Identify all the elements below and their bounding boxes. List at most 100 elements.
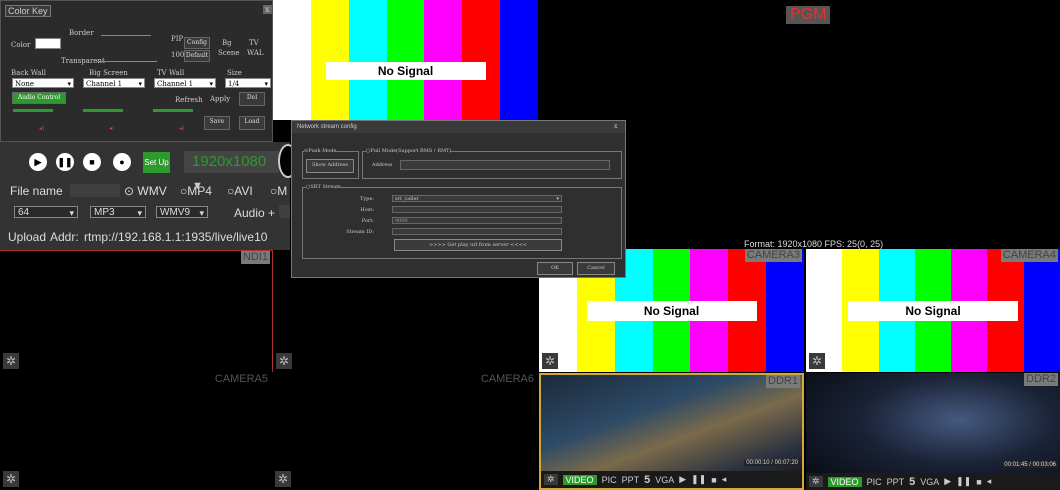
port-value: 9000 [395,218,408,224]
border-label: Border [69,29,94,37]
format-m-label: M [277,184,288,198]
volume-icon[interactable]: ◂ [722,474,727,485]
del-button[interactable]: Del [239,92,265,106]
tile-camera4[interactable]: No Signal CAMERA4 ✲ [806,249,1060,372]
five-button[interactable]: 5 [644,474,650,486]
no-signal-banner: No Signal [325,62,486,80]
pause-icon[interactable]: ❚❚ [956,476,971,487]
port-label: Port: [361,218,374,224]
gear-icon[interactable]: ✲ [809,353,825,369]
back-wall-select[interactable]: None [12,78,74,89]
gear-icon[interactable]: ✲ [275,471,291,487]
gear-icon[interactable]: ✲ [3,353,19,369]
tile-ddr2[interactable]: DDR2 00:01:45 / 00:03:06 ✲ VIDEO PIC PPT… [806,373,1060,490]
color-key-title: Color Key [5,5,51,17]
ppt-button[interactable]: PPT [622,475,640,485]
size-select[interactable]: 1/4 [225,78,271,89]
play-icon[interactable]: ▶ [944,476,951,487]
address-input[interactable] [400,160,610,170]
gear-icon[interactable]: ✲ [542,353,558,369]
vga-button[interactable]: VGA [655,475,674,485]
apply-button[interactable]: Apply [210,95,230,103]
ddr1-toolbar: ✲ VIDEO PIC PPT 5 VGA ▶ ❚❚ ■ ◂ [541,471,802,488]
color-swatch[interactable] [35,38,61,49]
transparent-slider[interactable] [97,61,157,62]
pull-mode-radio[interactable]: ○Pull Mode(Support RMS / RMT) [366,148,452,154]
format-m[interactable]: ○M [270,184,287,198]
close-icon[interactable]: x [263,5,272,14]
port-input[interactable]: 9000 [392,217,562,224]
mute-icon-3[interactable]: ◂) [179,125,184,132]
tv-wall-select[interactable]: Channel 1 [154,78,216,89]
stop-icon[interactable]: ■ [83,153,101,171]
tv-label[interactable]: TV [249,39,259,47]
setup-button[interactable]: Set Up [143,152,170,173]
default-button[interactable]: Default [184,50,210,62]
no-signal-banner: No Signal [848,301,1018,321]
close-icon[interactable]: x [614,123,617,130]
scene-label[interactable]: Scene [218,49,240,57]
stop-icon[interactable]: ■ [711,475,716,485]
tile-ddr1[interactable]: DDR1 00:00:10 / 00:07:20 ✲ VIDEO PIC PPT… [539,373,804,490]
stream-id-input[interactable] [392,228,562,235]
show-address-button[interactable]: Show Address [306,159,354,173]
audio-control-button[interactable]: Audio Control [12,92,66,104]
back-wall-label: Back Wall [11,69,46,77]
format-avi[interactable]: ○AVI [227,184,253,198]
audio-meter-2 [83,109,123,112]
refresh-button[interactable]: Refresh [175,96,203,104]
pause-icon[interactable]: ❚❚ [56,153,74,171]
tile-camera5[interactable]: CAMERA5 ✲ [0,373,272,490]
get-play-url-button[interactable]: >>>> Get play url from server <<<< [394,239,562,251]
mute-icon-2[interactable]: ◂) [109,125,114,132]
ok-button[interactable]: OK [537,262,573,275]
config-button[interactable]: Config [184,37,210,49]
stop-icon[interactable]: ■ [976,477,981,487]
tile-camera6[interactable]: CAMERA6 ✲ [272,373,538,490]
tile-ndi1[interactable]: NDI1 ✲ [0,250,272,372]
five-button[interactable]: 5 [909,476,915,488]
ppt-button[interactable]: PPT [887,477,905,487]
gear-icon[interactable]: ✲ [809,476,823,487]
vga-button[interactable]: VGA [920,477,939,487]
border-slider[interactable] [101,35,151,36]
size-label: Size [227,69,242,77]
gear-icon[interactable]: ✲ [276,353,292,369]
big-screen-select[interactable]: Channel 1 [83,78,145,89]
srt-stream-radio[interactable]: ○SRT Stream [306,184,341,190]
gear-icon[interactable]: ✲ [3,471,19,487]
host-input[interactable] [392,206,562,213]
pause-icon[interactable]: ❚❚ [691,474,706,485]
play-icon[interactable]: ▶ [29,153,47,171]
file-name-label: File name [10,184,63,198]
pic-button[interactable]: PIC [867,477,882,487]
bg-label[interactable]: Bg [222,39,232,47]
video-button[interactable]: VIDEO [562,474,597,485]
resolution-select[interactable]: 1920x1080 ▼ [184,151,279,192]
bitrate-select[interactable]: 64 [14,206,78,219]
format-mp4[interactable]: ○MP4 [180,184,212,198]
gear-icon[interactable]: ✲ [544,474,558,485]
audio-plus-label: Audio + [234,206,276,220]
addr-input[interactable]: rtmp://192.168.1.1:1935/live/live10 [84,230,267,244]
tile-camera5-label: CAMERA5 [214,373,268,385]
audio-codec-select[interactable]: MP3 [90,206,146,219]
type-select[interactable]: srt_caller ▾ [392,195,562,202]
save-button[interactable]: Save [204,116,230,130]
record-icon[interactable]: ● [113,153,131,171]
push-mode-radio[interactable]: ⊙Push Mode [304,148,337,154]
play-icon[interactable]: ▶ [679,474,686,485]
load-button[interactable]: Load [239,116,265,130]
volume-icon[interactable]: ◂ [987,476,992,487]
wal-label[interactable]: WAL [247,49,264,57]
tile-ddr1-label: DDR1 [766,375,800,388]
cancel-button[interactable]: Cancel [577,262,615,275]
video-button[interactable]: VIDEO [827,476,862,487]
video-codec-select[interactable]: WMV9 [156,206,208,219]
pic-button[interactable]: PIC [602,475,617,485]
file-name-input[interactable] [70,184,120,197]
mute-icon-1[interactable]: ◂) [39,125,44,132]
pull-mode-label: Pull Mode(Support RMS / RMT) [370,148,452,154]
audio-plus-input[interactable] [279,205,290,218]
format-wmv[interactable]: ⊙ WMV [124,184,167,198]
